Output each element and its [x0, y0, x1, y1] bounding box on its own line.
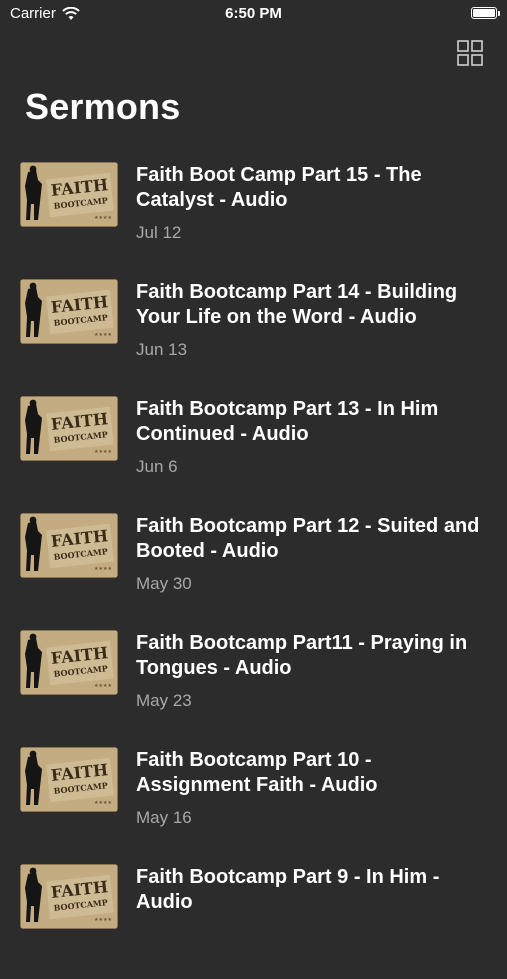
faith-bootcamp-artwork: FAITH BOOTCAMP ★★★★ [20, 162, 118, 227]
sermon-thumbnail: FAITH BOOTCAMP ★★★★ [20, 162, 118, 227]
sermon-thumbnail: FAITH BOOTCAMP ★★★★ [20, 279, 118, 344]
sermon-row[interactable]: FAITH BOOTCAMP ★★★★ Faith Bootcamp Part … [0, 862, 507, 979]
svg-text:★★★★: ★★★★ [94, 917, 112, 923]
sermon-thumbnail: FAITH BOOTCAMP ★★★★ [20, 513, 118, 578]
faith-bootcamp-artwork: FAITH BOOTCAMP ★★★★ [20, 396, 118, 461]
sermon-date: May 16 [136, 808, 192, 827]
sermon-thumbnail: FAITH BOOTCAMP ★★★★ [20, 630, 118, 695]
sermon-row[interactable]: FAITH BOOTCAMP ★★★★ Faith Bootcamp Part … [0, 277, 507, 394]
faith-bootcamp-artwork: FAITH BOOTCAMP ★★★★ [20, 630, 118, 695]
sermon-row[interactable]: FAITH BOOTCAMP ★★★★ Faith Boot Camp Part… [0, 160, 507, 277]
svg-text:★★★★: ★★★★ [94, 215, 112, 221]
svg-text:★★★★: ★★★★ [94, 566, 112, 572]
faith-bootcamp-artwork: FAITH BOOTCAMP ★★★★ [20, 513, 118, 578]
sermon-date: Jul 12 [136, 223, 182, 242]
sermon-row[interactable]: FAITH BOOTCAMP ★★★★ Faith Bootcamp Part … [0, 394, 507, 511]
sermon-title: Faith Bootcamp Part 10 - Assignment Fait… [136, 749, 378, 796]
svg-text:★★★★: ★★★★ [94, 449, 112, 455]
clock: 6:50 PM [225, 5, 282, 22]
svg-text:★★★★: ★★★★ [94, 800, 112, 806]
sermon-thumbnail: FAITH BOOTCAMP ★★★★ [20, 864, 118, 929]
sermon-row[interactable]: FAITH BOOTCAMP ★★★★ Faith Bootcamp Part … [0, 745, 507, 862]
sermon-title: Faith Bootcamp Part 9 - In Him - Audio [136, 866, 440, 913]
sermon-date: Jun 13 [136, 340, 188, 359]
sermon-title: Faith Bootcamp Part 12 - Suited and Boot… [136, 515, 480, 562]
sermon-date: Jun 6 [136, 457, 178, 476]
sermon-row[interactable]: FAITH BOOTCAMP ★★★★ Faith Bootcamp Part … [0, 511, 507, 628]
sermon-title: Faith Bootcamp Part 13 - In Him Continue… [136, 398, 439, 445]
sermon-date: May 30 [136, 574, 192, 593]
svg-text:★★★★: ★★★★ [94, 332, 112, 338]
page-title: Sermons [25, 86, 181, 127]
sermon-row[interactable]: FAITH BOOTCAMP ★★★★ Faith Bootcamp Part1… [0, 628, 507, 745]
sermon-title: Faith Bootcamp Part11 - Praying in Tongu… [136, 632, 468, 679]
sermon-title: Faith Bootcamp Part 14 - Building Your L… [136, 281, 458, 328]
sermon-thumbnail: FAITH BOOTCAMP ★★★★ [20, 747, 118, 812]
sermon-thumbnail: FAITH BOOTCAMP ★★★★ [20, 396, 118, 461]
svg-text:★★★★: ★★★★ [94, 683, 112, 689]
status-bar: Carrier 6:50 PM [0, 0, 507, 30]
battery-tip [498, 11, 500, 16]
faith-bootcamp-artwork: FAITH BOOTCAMP ★★★★ [20, 864, 118, 929]
battery-icon [471, 7, 497, 19]
sermon-list: FAITH BOOTCAMP ★★★★ Faith Boot Camp Part… [0, 160, 507, 979]
sermon-date: May 23 [136, 691, 192, 710]
faith-bootcamp-artwork: FAITH BOOTCAMP ★★★★ [20, 747, 118, 812]
grid-view-icon[interactable] [457, 40, 483, 66]
faith-bootcamp-artwork: FAITH BOOTCAMP ★★★★ [20, 279, 118, 344]
sermon-title: Faith Boot Camp Part 15 - The Catalyst -… [136, 164, 422, 211]
